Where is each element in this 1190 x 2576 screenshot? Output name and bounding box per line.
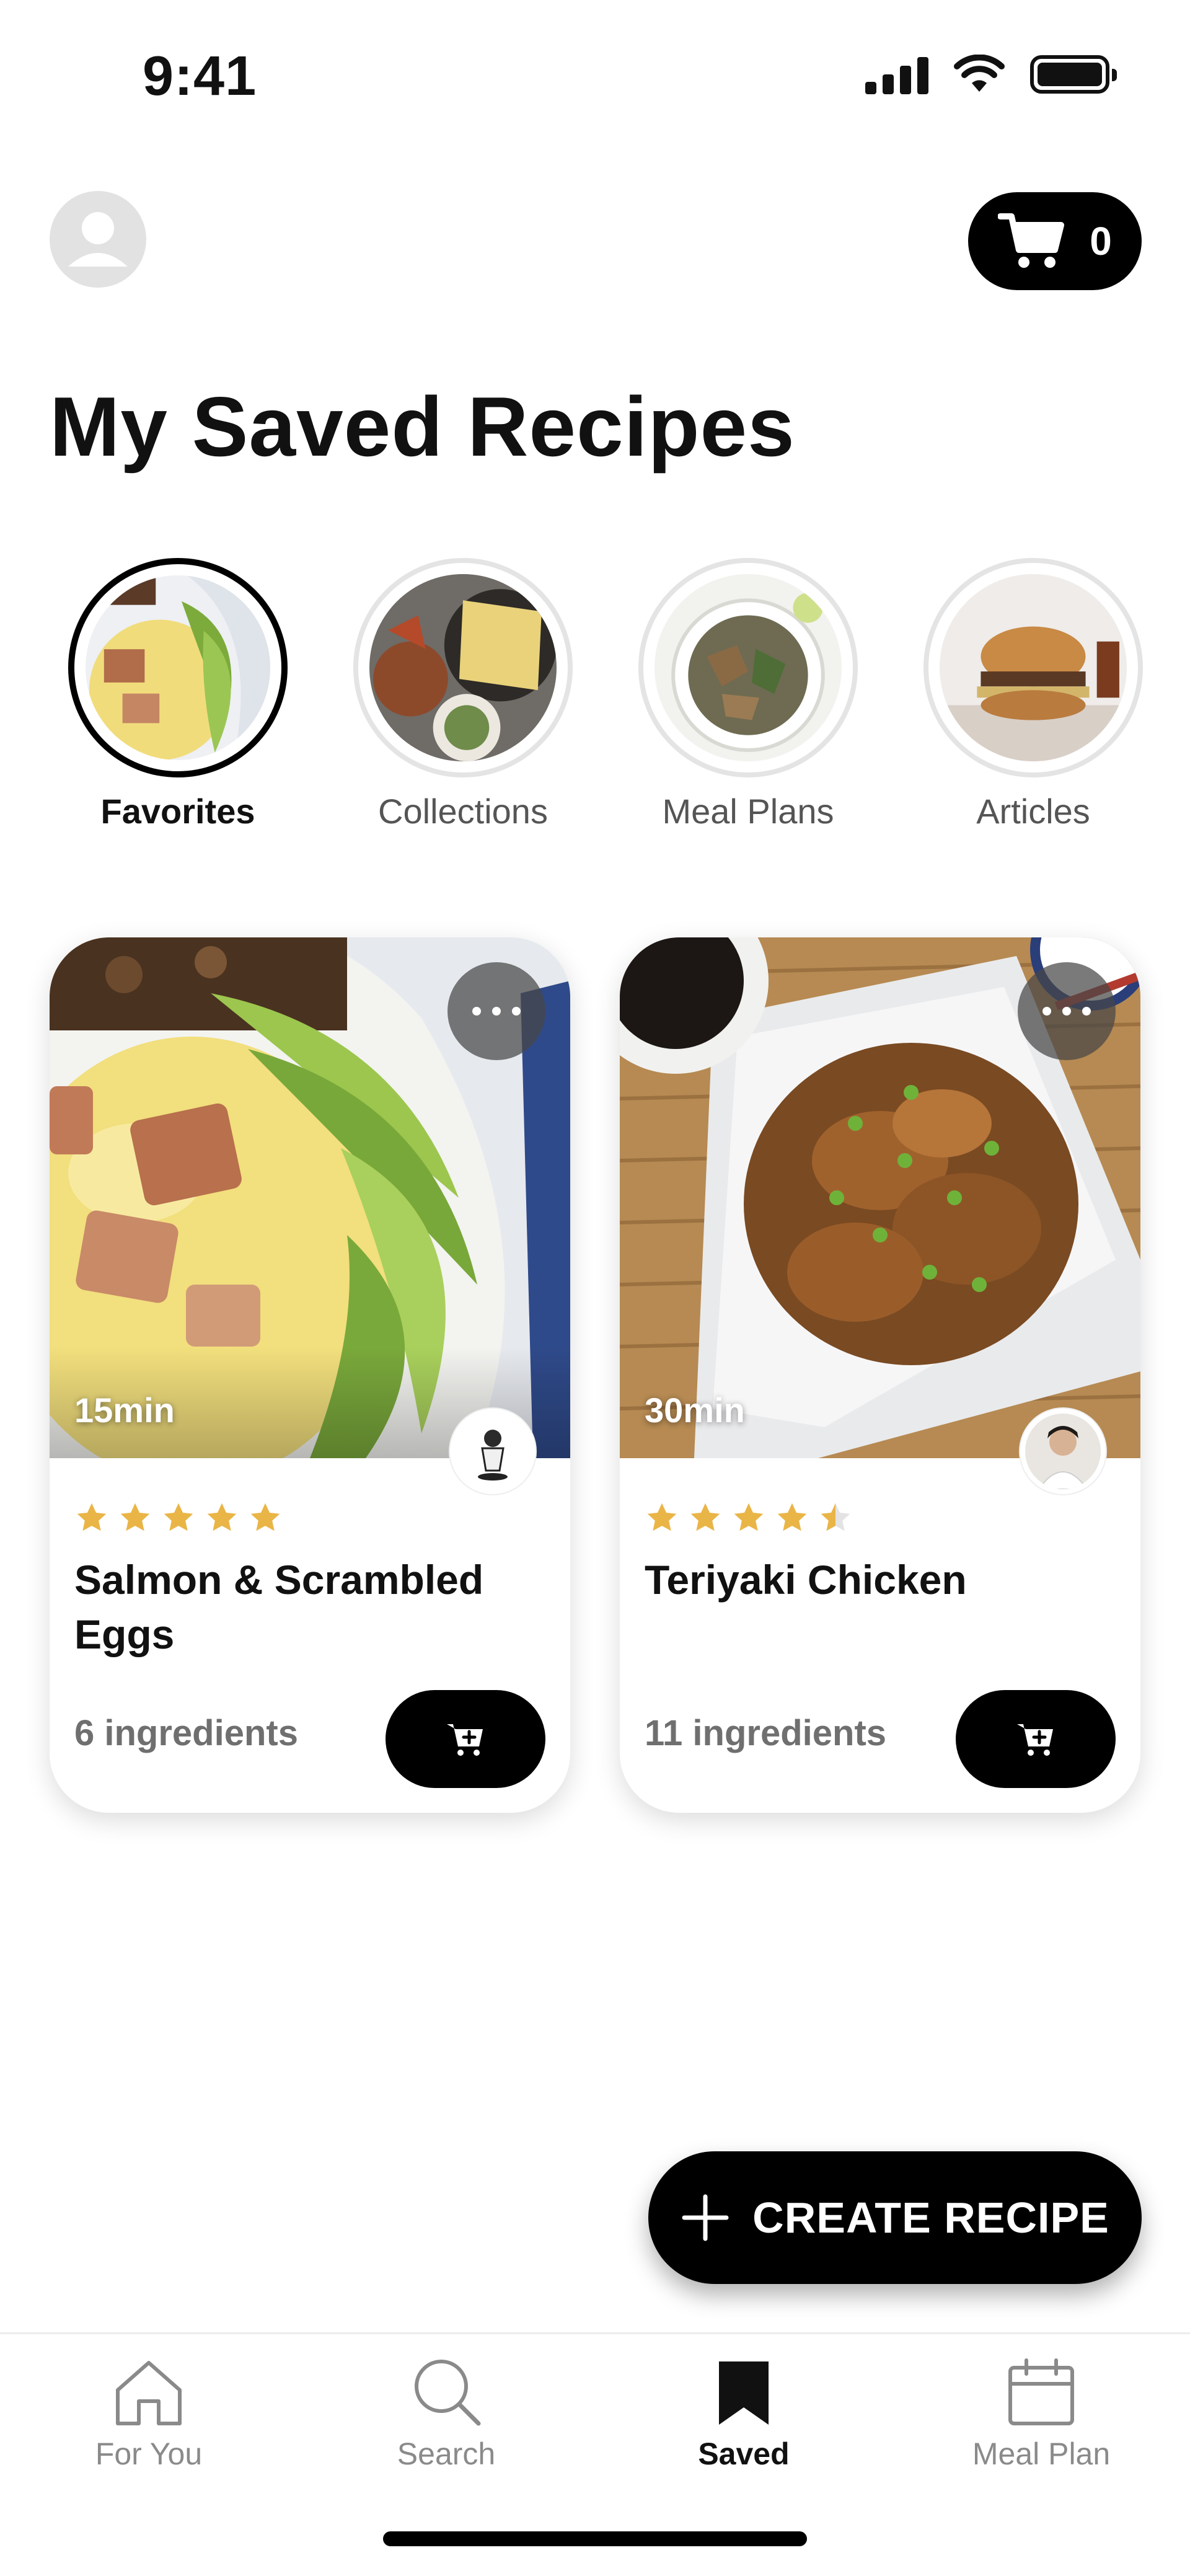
add-to-cart-button[interactable] bbox=[956, 1690, 1116, 1788]
star-icon bbox=[647, 1503, 677, 1531]
star-half-icon bbox=[821, 1503, 850, 1531]
chef-avatar-icon[interactable] bbox=[1020, 1409, 1106, 1494]
category-articles-ring bbox=[923, 558, 1143, 777]
star-icon bbox=[164, 1503, 193, 1531]
add-to-cart-icon bbox=[1017, 1724, 1053, 1756]
category-label: Collections bbox=[378, 792, 548, 831]
category-collections[interactable]: Collections bbox=[351, 558, 575, 831]
star-icon bbox=[207, 1503, 237, 1531]
status-time: 9:41 bbox=[143, 45, 257, 107]
home-indicator bbox=[383, 2531, 807, 2546]
category-meal-plans[interactable]: Meal Plans bbox=[637, 558, 860, 831]
cook-time: 30min bbox=[645, 1391, 745, 1430]
category-label: Favorites bbox=[100, 792, 255, 831]
articles-thumbnail bbox=[940, 574, 1127, 761]
category-articles[interactable]: Articles bbox=[922, 558, 1145, 831]
tab-label: Saved bbox=[698, 2437, 790, 2471]
cook-time: 15min bbox=[74, 1391, 175, 1430]
cellular-signal-icon bbox=[865, 55, 928, 94]
more-options-button[interactable] bbox=[1018, 962, 1116, 1060]
tab-label: Meal Plan bbox=[972, 2437, 1111, 2471]
star-icon bbox=[77, 1503, 107, 1531]
star-icon bbox=[690, 1503, 720, 1531]
bookmark-icon bbox=[719, 2361, 769, 2425]
cart-count: 0 bbox=[1090, 219, 1112, 263]
more-options-button[interactable] bbox=[447, 962, 545, 1060]
favorites-thumbnail bbox=[86, 575, 270, 760]
ingredient-count: 6 ingredients bbox=[74, 1713, 298, 1753]
add-to-cart-icon bbox=[447, 1724, 483, 1756]
calendar-icon bbox=[1008, 2358, 1074, 2425]
category-favorites[interactable]: Favorites bbox=[66, 558, 289, 831]
plus-icon bbox=[682, 2194, 729, 2241]
tab-saved[interactable]: Saved bbox=[595, 2347, 892, 2489]
rating-stars bbox=[645, 1500, 853, 1535]
category-label: Articles bbox=[976, 792, 1090, 831]
star-icon bbox=[250, 1503, 280, 1531]
category-label: Meal Plans bbox=[662, 792, 834, 831]
recipe-name[interactable]: Salmon & Scrambled Eggs bbox=[74, 1552, 545, 1662]
tab-search[interactable]: Search bbox=[298, 2347, 595, 2489]
wifi-icon bbox=[954, 55, 1005, 92]
create-recipe-button[interactable]: CREATE RECIPE bbox=[648, 2151, 1142, 2284]
recipe-card[interactable]: 15min Salmon & Scrambled Eggs 6 ingredie… bbox=[50, 937, 570, 1813]
user-avatar-icon[interactable] bbox=[50, 191, 146, 288]
tab-label: For You bbox=[95, 2437, 203, 2471]
create-recipe-label: CREATE RECIPE bbox=[752, 2193, 1109, 2242]
category-favorites-ring bbox=[68, 558, 288, 777]
add-to-cart-button[interactable] bbox=[386, 1690, 545, 1788]
star-icon bbox=[734, 1503, 764, 1531]
battery-icon bbox=[1030, 55, 1117, 94]
search-icon bbox=[415, 2360, 481, 2426]
home-icon bbox=[116, 2361, 182, 2425]
recipe-card[interactable]: 30min Teriyaki Chicken 11 ingredients bbox=[620, 937, 1140, 1813]
tab-for-you[interactable]: For You bbox=[0, 2347, 298, 2489]
status-icons bbox=[865, 55, 1117, 94]
collections-thumbnail bbox=[369, 574, 557, 761]
status-bar: 9:41 bbox=[0, 0, 1190, 155]
star-icon bbox=[777, 1503, 807, 1531]
cart-icon bbox=[998, 213, 1065, 268]
meal-plans-thumbnail bbox=[654, 574, 842, 761]
category-meal-plans-ring bbox=[638, 558, 858, 777]
chef-avatar-icon[interactable] bbox=[450, 1409, 536, 1494]
shopping-cart-button[interactable]: 0 bbox=[968, 192, 1142, 290]
recipe-name[interactable]: Teriyaki Chicken bbox=[645, 1552, 1116, 1607]
category-collections-ring bbox=[353, 558, 573, 777]
tab-label: Search bbox=[397, 2437, 496, 2471]
tab-meal-plan[interactable]: Meal Plan bbox=[892, 2347, 1190, 2489]
ingredient-count: 11 ingredients bbox=[645, 1713, 887, 1753]
rating-stars bbox=[74, 1500, 283, 1535]
page-title: My Saved Recipes bbox=[50, 379, 795, 474]
star-icon bbox=[120, 1503, 150, 1531]
